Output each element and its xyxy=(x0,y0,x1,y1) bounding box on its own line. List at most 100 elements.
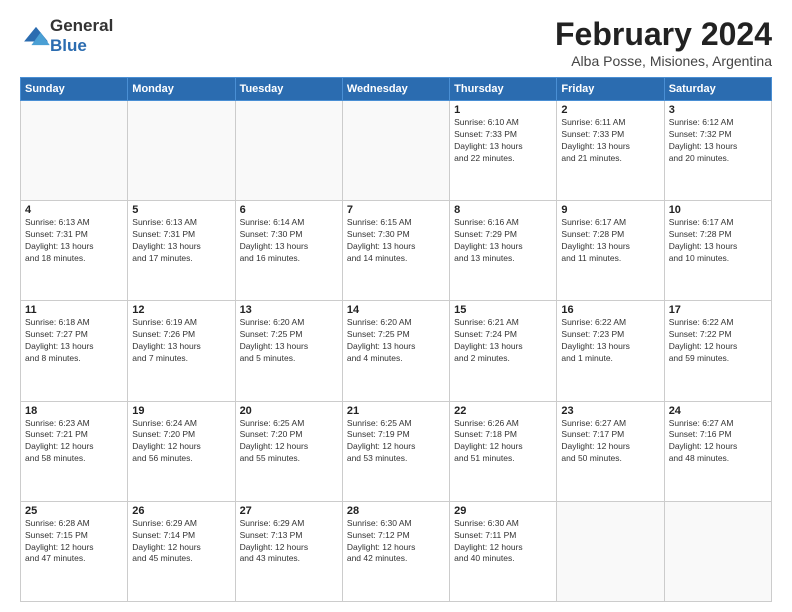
day-number: 8 xyxy=(454,204,552,216)
calendar-cell: 3Sunrise: 6:12 AM Sunset: 7:32 PM Daylig… xyxy=(664,101,771,201)
day-info: Sunrise: 6:13 AM Sunset: 7:31 PM Dayligh… xyxy=(25,217,123,265)
calendar-cell: 28Sunrise: 6:30 AM Sunset: 7:12 PM Dayli… xyxy=(342,501,449,601)
day-info: Sunrise: 6:25 AM Sunset: 7:19 PM Dayligh… xyxy=(347,418,445,466)
day-number: 11 xyxy=(25,304,123,316)
calendar-cell: 1Sunrise: 6:10 AM Sunset: 7:33 PM Daylig… xyxy=(450,101,557,201)
day-info: Sunrise: 6:14 AM Sunset: 7:30 PM Dayligh… xyxy=(240,217,338,265)
weekday-header-wednesday: Wednesday xyxy=(342,78,449,101)
day-number: 24 xyxy=(669,405,767,417)
day-info: Sunrise: 6:23 AM Sunset: 7:21 PM Dayligh… xyxy=(25,418,123,466)
day-info: Sunrise: 6:27 AM Sunset: 7:16 PM Dayligh… xyxy=(669,418,767,466)
day-info: Sunrise: 6:27 AM Sunset: 7:17 PM Dayligh… xyxy=(561,418,659,466)
day-info: Sunrise: 6:12 AM Sunset: 7:32 PM Dayligh… xyxy=(669,117,767,165)
day-info: Sunrise: 6:11 AM Sunset: 7:33 PM Dayligh… xyxy=(561,117,659,165)
calendar-table: SundayMondayTuesdayWednesdayThursdayFrid… xyxy=(20,77,772,602)
day-number: 23 xyxy=(561,405,659,417)
calendar-cell: 25Sunrise: 6:28 AM Sunset: 7:15 PM Dayli… xyxy=(21,501,128,601)
day-number: 29 xyxy=(454,505,552,517)
day-number: 12 xyxy=(132,304,230,316)
calendar-cell: 18Sunrise: 6:23 AM Sunset: 7:21 PM Dayli… xyxy=(21,401,128,501)
calendar-cell xyxy=(21,101,128,201)
day-number: 19 xyxy=(132,405,230,417)
week-row-2: 4Sunrise: 6:13 AM Sunset: 7:31 PM Daylig… xyxy=(21,201,772,301)
day-info: Sunrise: 6:13 AM Sunset: 7:31 PM Dayligh… xyxy=(132,217,230,265)
day-number: 26 xyxy=(132,505,230,517)
day-number: 16 xyxy=(561,304,659,316)
logo-blue: Blue xyxy=(50,36,87,55)
day-number: 4 xyxy=(25,204,123,216)
weekday-header-sunday: Sunday xyxy=(21,78,128,101)
week-row-5: 25Sunrise: 6:28 AM Sunset: 7:15 PM Dayli… xyxy=(21,501,772,601)
day-number: 21 xyxy=(347,405,445,417)
day-info: Sunrise: 6:28 AM Sunset: 7:15 PM Dayligh… xyxy=(25,518,123,566)
calendar-cell xyxy=(342,101,449,201)
calendar-cell xyxy=(664,501,771,601)
weekday-header-friday: Friday xyxy=(557,78,664,101)
calendar-cell: 10Sunrise: 6:17 AM Sunset: 7:28 PM Dayli… xyxy=(664,201,771,301)
calendar-cell: 5Sunrise: 6:13 AM Sunset: 7:31 PM Daylig… xyxy=(128,201,235,301)
calendar-cell: 11Sunrise: 6:18 AM Sunset: 7:27 PM Dayli… xyxy=(21,301,128,401)
day-info: Sunrise: 6:20 AM Sunset: 7:25 PM Dayligh… xyxy=(347,317,445,365)
day-number: 3 xyxy=(669,104,767,116)
day-info: Sunrise: 6:29 AM Sunset: 7:14 PM Dayligh… xyxy=(132,518,230,566)
week-row-3: 11Sunrise: 6:18 AM Sunset: 7:27 PM Dayli… xyxy=(21,301,772,401)
calendar-cell: 13Sunrise: 6:20 AM Sunset: 7:25 PM Dayli… xyxy=(235,301,342,401)
day-number: 7 xyxy=(347,204,445,216)
calendar-cell: 17Sunrise: 6:22 AM Sunset: 7:22 PM Dayli… xyxy=(664,301,771,401)
day-info: Sunrise: 6:22 AM Sunset: 7:22 PM Dayligh… xyxy=(669,317,767,365)
calendar-cell: 23Sunrise: 6:27 AM Sunset: 7:17 PM Dayli… xyxy=(557,401,664,501)
calendar-cell: 7Sunrise: 6:15 AM Sunset: 7:30 PM Daylig… xyxy=(342,201,449,301)
calendar-cell: 19Sunrise: 6:24 AM Sunset: 7:20 PM Dayli… xyxy=(128,401,235,501)
header: General Blue February 2024 Alba Posse, M… xyxy=(20,16,772,69)
day-number: 22 xyxy=(454,405,552,417)
day-number: 9 xyxy=(561,204,659,216)
day-info: Sunrise: 6:26 AM Sunset: 7:18 PM Dayligh… xyxy=(454,418,552,466)
month-title: February 2024 xyxy=(555,16,772,53)
day-info: Sunrise: 6:10 AM Sunset: 7:33 PM Dayligh… xyxy=(454,117,552,165)
weekday-header-monday: Monday xyxy=(128,78,235,101)
day-number: 2 xyxy=(561,104,659,116)
week-row-4: 18Sunrise: 6:23 AM Sunset: 7:21 PM Dayli… xyxy=(21,401,772,501)
day-info: Sunrise: 6:30 AM Sunset: 7:11 PM Dayligh… xyxy=(454,518,552,566)
calendar-cell: 27Sunrise: 6:29 AM Sunset: 7:13 PM Dayli… xyxy=(235,501,342,601)
calendar-cell: 22Sunrise: 6:26 AM Sunset: 7:18 PM Dayli… xyxy=(450,401,557,501)
day-number: 20 xyxy=(240,405,338,417)
day-info: Sunrise: 6:22 AM Sunset: 7:23 PM Dayligh… xyxy=(561,317,659,365)
day-number: 6 xyxy=(240,204,338,216)
day-number: 27 xyxy=(240,505,338,517)
weekday-header-thursday: Thursday xyxy=(450,78,557,101)
day-number: 14 xyxy=(347,304,445,316)
calendar-cell: 8Sunrise: 6:16 AM Sunset: 7:29 PM Daylig… xyxy=(450,201,557,301)
general-blue-logo-icon xyxy=(22,25,50,47)
day-info: Sunrise: 6:21 AM Sunset: 7:24 PM Dayligh… xyxy=(454,317,552,365)
calendar-cell: 4Sunrise: 6:13 AM Sunset: 7:31 PM Daylig… xyxy=(21,201,128,301)
calendar-cell: 2Sunrise: 6:11 AM Sunset: 7:33 PM Daylig… xyxy=(557,101,664,201)
day-info: Sunrise: 6:18 AM Sunset: 7:27 PM Dayligh… xyxy=(25,317,123,365)
weekday-header-row: SundayMondayTuesdayWednesdayThursdayFrid… xyxy=(21,78,772,101)
day-info: Sunrise: 6:15 AM Sunset: 7:30 PM Dayligh… xyxy=(347,217,445,265)
day-number: 5 xyxy=(132,204,230,216)
day-info: Sunrise: 6:24 AM Sunset: 7:20 PM Dayligh… xyxy=(132,418,230,466)
calendar-cell: 24Sunrise: 6:27 AM Sunset: 7:16 PM Dayli… xyxy=(664,401,771,501)
calendar-cell: 26Sunrise: 6:29 AM Sunset: 7:14 PM Dayli… xyxy=(128,501,235,601)
calendar-cell: 16Sunrise: 6:22 AM Sunset: 7:23 PM Dayli… xyxy=(557,301,664,401)
calendar-cell xyxy=(128,101,235,201)
weekday-header-tuesday: Tuesday xyxy=(235,78,342,101)
logo-general: General xyxy=(50,16,113,35)
day-number: 18 xyxy=(25,405,123,417)
title-block: February 2024 Alba Posse, Misiones, Arge… xyxy=(555,16,772,69)
calendar-cell: 6Sunrise: 6:14 AM Sunset: 7:30 PM Daylig… xyxy=(235,201,342,301)
day-info: Sunrise: 6:17 AM Sunset: 7:28 PM Dayligh… xyxy=(669,217,767,265)
day-info: Sunrise: 6:25 AM Sunset: 7:20 PM Dayligh… xyxy=(240,418,338,466)
location-title: Alba Posse, Misiones, Argentina xyxy=(555,53,772,69)
calendar-cell xyxy=(235,101,342,201)
day-number: 1 xyxy=(454,104,552,116)
weekday-header-saturday: Saturday xyxy=(664,78,771,101)
day-number: 17 xyxy=(669,304,767,316)
day-info: Sunrise: 6:16 AM Sunset: 7:29 PM Dayligh… xyxy=(454,217,552,265)
day-info: Sunrise: 6:19 AM Sunset: 7:26 PM Dayligh… xyxy=(132,317,230,365)
day-number: 25 xyxy=(25,505,123,517)
day-info: Sunrise: 6:29 AM Sunset: 7:13 PM Dayligh… xyxy=(240,518,338,566)
day-number: 10 xyxy=(669,204,767,216)
day-number: 13 xyxy=(240,304,338,316)
